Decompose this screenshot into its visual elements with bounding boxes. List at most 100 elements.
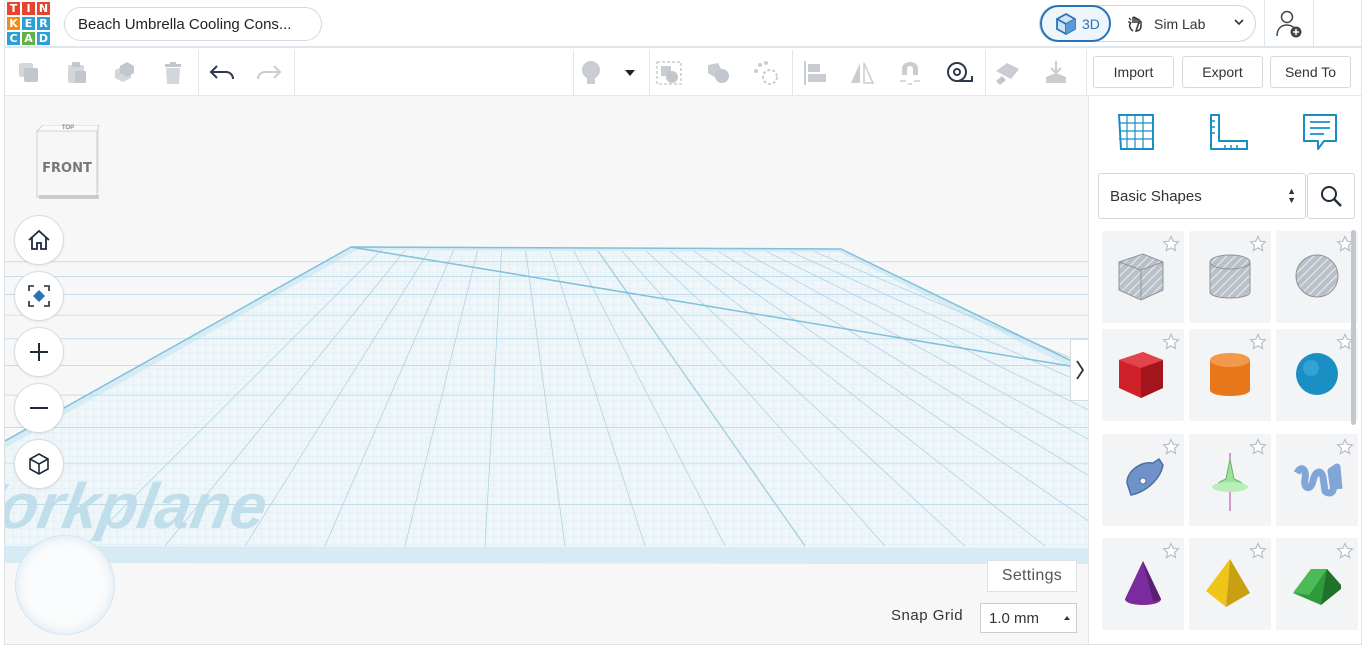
align-button[interactable] (799, 57, 831, 89)
ungroup-button[interactable] (702, 57, 734, 89)
panel-collapse-button[interactable] (1070, 339, 1088, 401)
settings-button[interactable]: Settings (987, 560, 1077, 592)
home-view-button[interactable] (14, 215, 64, 265)
note-button[interactable] (992, 57, 1024, 89)
cube-3d-icon (1056, 12, 1076, 35)
copy-button[interactable] (13, 57, 45, 89)
roof-icon (1293, 569, 1341, 605)
mode-3d-button[interactable]: 3D (1040, 5, 1111, 42)
fit-view-icon (28, 285, 50, 307)
logo-letter: R (36, 16, 51, 31)
shape-tile[interactable] (1276, 231, 1358, 323)
group-button[interactable] (653, 57, 685, 89)
zoom-out-button[interactable] (14, 383, 64, 433)
drop-button[interactable] (1040, 57, 1072, 89)
logo-letter: K (6, 16, 21, 31)
logo-letter: I (21, 1, 36, 16)
ruler-tool-button[interactable] (1206, 110, 1250, 154)
undo-icon (209, 65, 234, 80)
logo-letter: E (21, 16, 36, 31)
import-button[interactable]: Import (1093, 56, 1174, 88)
mirror-button[interactable] (846, 57, 878, 89)
add-user-icon (1276, 10, 1302, 37)
chevron-down-icon[interactable] (1233, 16, 1245, 28)
view-cube-front-label[interactable]: FRONT (37, 161, 97, 176)
zoom-in-icon (30, 343, 48, 361)
shape-tile[interactable] (1102, 231, 1184, 323)
view-cube-top-label[interactable]: TOP (33, 125, 103, 131)
shape-tile[interactable] (1276, 434, 1358, 526)
design-title[interactable]: Beach Umbrella Cooling Cons... (64, 7, 322, 41)
mode-3d-label: 3D (1082, 15, 1100, 32)
duplicate-button[interactable] (108, 57, 140, 89)
tinkercad-logo[interactable]: TINKERCAD (6, 1, 51, 46)
shape-tile[interactable] (1189, 434, 1271, 526)
dropdown-icon (625, 70, 635, 76)
hole-icon (754, 61, 778, 85)
workplane[interactable]: Workplane (5, 96, 1088, 645)
chevron-right-icon (1075, 360, 1084, 380)
copy-icon (19, 63, 38, 82)
shape-tile[interactable] (1189, 231, 1271, 323)
ruler-button[interactable] (943, 57, 975, 89)
user-account-button[interactable] (1264, 0, 1314, 47)
home-icon (28, 229, 50, 250)
light-bulb-button[interactable] (575, 57, 607, 89)
shapes-scrollbar[interactable] (1351, 230, 1356, 425)
zoom-out-icon (30, 407, 48, 409)
notes-tool-button[interactable] (1298, 110, 1342, 154)
logo-letter: N (36, 1, 51, 16)
shape-tile[interactable] (1102, 329, 1184, 421)
workplane-tool-button[interactable] (1114, 110, 1158, 154)
align-icon (804, 61, 826, 85)
shape-tile[interactable] (1276, 538, 1358, 630)
cylinder-icon (1210, 353, 1250, 396)
mirror-icon (851, 62, 875, 84)
snap-grid-label: Snap Grid (891, 607, 964, 624)
shape-tile[interactable] (1189, 329, 1271, 421)
shape-category-select[interactable]: Basic Shapes ▲ ▼ (1098, 173, 1306, 219)
sim-lab-label: Sim Lab (1154, 15, 1206, 32)
shape-tile[interactable] (1189, 538, 1271, 630)
snap-grid-select[interactable]: 1.0 mm (980, 603, 1077, 633)
shapes-panel: Basic Shapes ▲ ▼ (1088, 96, 1361, 644)
redo-button[interactable] (253, 57, 285, 89)
hole-button[interactable] (750, 57, 782, 89)
fit-view-button[interactable] (14, 271, 64, 321)
ruler-icon (947, 62, 973, 82)
ungroup-icon (708, 63, 729, 83)
redo-icon (257, 65, 282, 80)
shape-tile[interactable] (1102, 434, 1184, 526)
scribble-icon (1126, 457, 1164, 496)
light-dropdown-button[interactable] (615, 57, 645, 89)
caret-up-icon (1064, 616, 1070, 620)
cruise-button[interactable] (894, 57, 926, 89)
notes-icon (1303, 114, 1337, 150)
logo-letter: A (21, 31, 36, 46)
export-button[interactable]: Export (1182, 56, 1263, 88)
zoom-in-button[interactable] (14, 327, 64, 377)
undo-button[interactable] (206, 57, 238, 89)
cone-icon (1125, 561, 1161, 605)
drop-icon (1046, 61, 1066, 83)
sphere-icon (1296, 353, 1338, 395)
projection-button[interactable] (14, 439, 64, 489)
shape-search-button[interactable] (1307, 173, 1355, 219)
note-icon (996, 63, 1019, 85)
shape-category-value: Basic Shapes (1110, 187, 1202, 205)
paste-button[interactable] (61, 57, 93, 89)
projection-icon (29, 453, 49, 475)
shape-tile[interactable] (1102, 538, 1184, 630)
light-bulb-icon (582, 61, 600, 84)
delete-button[interactable] (157, 57, 189, 89)
edit-toolbar: Import Export Send To (5, 50, 1361, 96)
sim-lab-hand-icon (1128, 16, 1142, 32)
orbit-compass[interactable] (15, 535, 115, 635)
paste-icon (68, 62, 86, 83)
shape-tile[interactable] (1276, 329, 1358, 421)
duplicate-icon (115, 62, 134, 82)
sim-lab-button[interactable]: Sim Lab (1126, 6, 1205, 41)
3d-viewport[interactable]: Workplane TOP FRONT Settings Snap Grid 1… (5, 96, 1088, 645)
view-cube[interactable]: TOP FRONT (33, 124, 103, 201)
send-to-button[interactable]: Send To (1270, 56, 1351, 88)
